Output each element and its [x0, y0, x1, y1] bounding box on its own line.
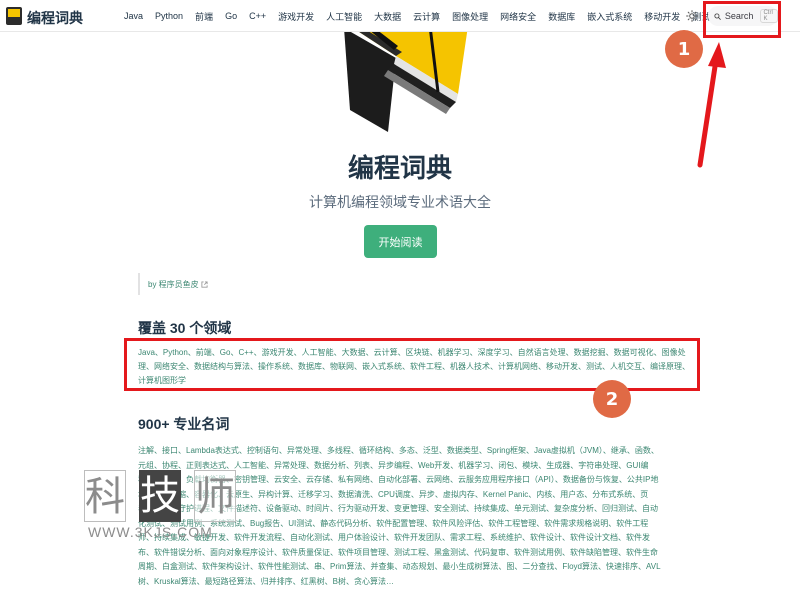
- nav-link-database[interactable]: 数据库: [542, 10, 581, 23]
- terms-list[interactable]: 注解、接口、Lambda表达式、控制语句、异常处理、多线程、循环结构、多态、泛型…: [138, 444, 664, 589]
- nav-link-mobile[interactable]: 移动开发: [638, 10, 686, 23]
- author-link[interactable]: by 程序员鱼皮: [148, 279, 199, 290]
- nav-link-big-data[interactable]: 大数据: [368, 10, 407, 23]
- site-name[interactable]: 编程词典: [27, 8, 83, 28]
- sun-icon[interactable]: [686, 10, 698, 22]
- terms-heading: 900+ 专业名词: [138, 416, 230, 432]
- nav-link-game-dev[interactable]: 游戏开发: [272, 10, 320, 23]
- domains-heading: 覆盖 30 个领域: [138, 320, 232, 336]
- nav-link-embedded[interactable]: 嵌入式系统: [581, 10, 638, 23]
- page-title: 编程词典: [347, 153, 452, 183]
- page-tagline: 计算机编程领域专业术语大全: [309, 194, 491, 210]
- nav-link-go[interactable]: Go: [219, 11, 243, 21]
- book-logo-icon[interactable]: [6, 7, 22, 25]
- start-reading-button[interactable]: 开始阅读: [364, 225, 437, 258]
- annotation-box-search: [703, 1, 781, 38]
- notebook-illustration: [344, 32, 468, 132]
- step-badge-2: 2: [593, 380, 631, 418]
- nav-link-frontend[interactable]: 前端: [189, 10, 219, 23]
- watermark-char: 科: [84, 470, 126, 522]
- nav-links: Java Python 前端 Go C++ 游戏开发 人工智能 大数据 云计算 …: [118, 0, 716, 32]
- nav-link-security[interactable]: 网络安全: [494, 10, 542, 23]
- nav-link-image-processing[interactable]: 图像处理: [446, 10, 494, 23]
- top-nav: 编程词典 Java Python 前端 Go C++ 游戏开发 人工智能 大数据…: [0, 0, 800, 32]
- external-link-icon: [201, 280, 208, 288]
- nav-link-ai[interactable]: 人工智能: [320, 10, 368, 23]
- nav-link-python[interactable]: Python: [149, 11, 189, 21]
- nav-link-java[interactable]: Java: [118, 11, 149, 21]
- nav-link-cpp[interactable]: C++: [243, 11, 272, 21]
- nav-link-cloud[interactable]: 云计算: [407, 10, 446, 23]
- step-badge-1: 1: [665, 30, 703, 68]
- author-credit: by 程序员鱼皮: [138, 273, 208, 295]
